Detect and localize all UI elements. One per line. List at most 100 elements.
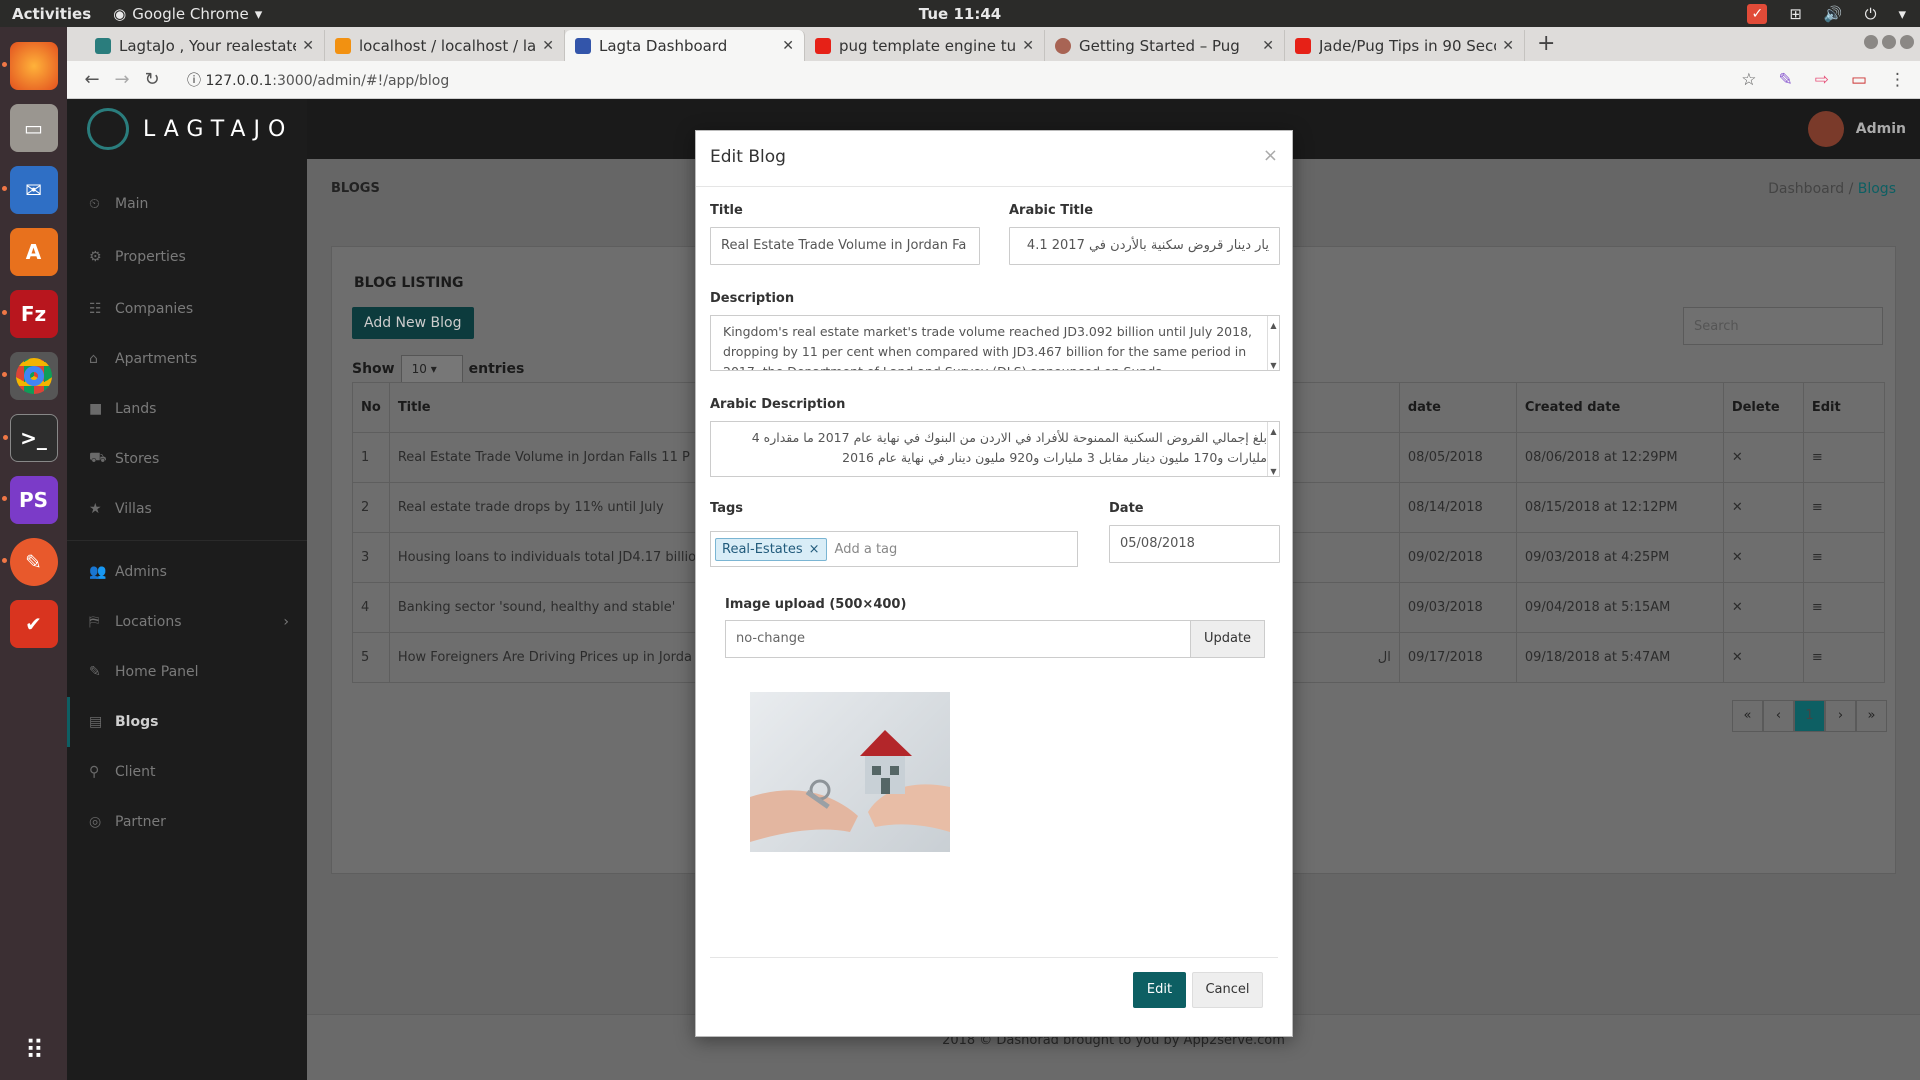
last-page-button[interactable]: » xyxy=(1856,700,1887,732)
sidebar-item-blogs[interactable]: ▤ Blogs xyxy=(67,697,307,747)
new-tab-button[interactable]: + xyxy=(1537,30,1555,61)
remove-tag-icon[interactable]: × xyxy=(809,542,820,557)
close-tab-icon[interactable]: ✕ xyxy=(302,38,314,54)
minimize-icon[interactable] xyxy=(1864,35,1878,49)
edit-icon[interactable]: ≡ xyxy=(1802,582,1886,633)
edit-button[interactable]: Edit xyxy=(1133,972,1186,1008)
image-upload-field[interactable]: no-change xyxy=(726,621,1190,657)
tab-pug-tutorial[interactable]: pug template engine tuto ✕ xyxy=(805,30,1045,61)
forward-icon[interactable]: → xyxy=(107,69,137,90)
chevron-down-icon[interactable]: ▾ xyxy=(1898,5,1906,23)
edit-icon[interactable]: ≡ xyxy=(1802,632,1886,683)
sidebar-item-main[interactable]: ⏲ Main xyxy=(67,179,307,229)
sidebar-item-villas[interactable]: ★ Villas xyxy=(67,484,307,534)
firefox-icon[interactable] xyxy=(1,42,58,90)
close-tab-icon[interactable]: ✕ xyxy=(1502,38,1514,54)
phpstorm-icon[interactable]: PS xyxy=(1,476,58,524)
address-bar[interactable]: ⓘ 127.0.0.1:3000/admin/#!/app/blog xyxy=(187,70,1741,90)
tab-jade-pug-tips[interactable]: Jade/Pug Tips in 90 Secon ✕ xyxy=(1285,30,1525,61)
sidebar-item-client[interactable]: ⚲ Client xyxy=(67,747,307,797)
bookmark-star-icon[interactable]: ☆ xyxy=(1741,70,1756,90)
column-header[interactable]: date xyxy=(1398,382,1517,433)
show-apps-icon[interactable]: ⠿ xyxy=(25,1036,44,1066)
brand-logo[interactable]: LAGTAJO xyxy=(67,99,307,159)
app-menu[interactable]: ◉ Google Chrome ▾ xyxy=(113,5,262,23)
description-textarea[interactable]: Kingdom's real estate market's trade vol… xyxy=(710,315,1280,371)
activities-button[interactable]: Activities xyxy=(12,5,91,23)
todo-icon[interactable]: ✔ xyxy=(9,600,58,648)
breadcrumb-dashboard-link[interactable]: Dashboard xyxy=(1768,181,1844,197)
sidebar-item-companies[interactable]: ☷ Companies xyxy=(67,284,307,334)
image-upload-label: Image upload (500×400) xyxy=(725,597,907,612)
close-window-icon[interactable] xyxy=(1900,35,1914,49)
terminal-icon[interactable]: >_ xyxy=(2,414,58,462)
delete-icon[interactable]: ✕ xyxy=(1722,632,1804,683)
tasks-tray-icon[interactable]: ✓ xyxy=(1747,3,1768,24)
arabic-description-textarea[interactable]: بلغ إجمالي القروض السكنية الممنوحة للأفر… xyxy=(710,421,1280,477)
sidebar-item-admins[interactable]: 👥 Admins xyxy=(67,547,307,597)
system-tray[interactable]: ✓ ⊞ 🔊 ⏻ ▾ xyxy=(1747,3,1906,24)
textarea-scrollbar[interactable]: ▲ ▼ xyxy=(1267,316,1279,370)
textarea-scrollbar[interactable]: ▲ ▼ xyxy=(1267,422,1279,476)
reload-icon[interactable]: ↻ xyxy=(137,69,167,90)
sidebar-item-partner[interactable]: ◎ Partner xyxy=(67,797,307,847)
chrome-dock-icon[interactable] xyxy=(1,352,58,400)
update-image-button[interactable]: Update xyxy=(1190,621,1264,657)
column-header[interactable]: No xyxy=(352,382,390,433)
search-input[interactable]: Search xyxy=(1683,307,1883,345)
tab-getting-started-pug[interactable]: Getting Started – Pug ✕ xyxy=(1045,30,1285,61)
prev-page-button[interactable]: ‹ xyxy=(1763,700,1794,732)
edit-icon[interactable]: ≡ xyxy=(1802,532,1886,583)
back-icon[interactable]: ← xyxy=(77,69,107,90)
tab-lagtajo[interactable]: LagtaJo , Your realestate ✕ xyxy=(85,30,325,61)
tags-input[interactable]: Real-Estates × Add a tag xyxy=(710,531,1078,567)
clock[interactable]: Tue 11:44 xyxy=(919,5,1001,23)
arabic-title-input[interactable]: يار دينار قروض سكنية بالأردن في 2017 4.1 xyxy=(1009,227,1280,265)
extension-arrow-icon[interactable]: ⇨ xyxy=(1815,70,1829,90)
sidebar-item-lands[interactable]: ■ Lands xyxy=(67,384,307,434)
delete-icon[interactable]: ✕ xyxy=(1722,432,1804,483)
title-input[interactable]: Real Estate Trade Volume in Jordan Fa xyxy=(710,227,980,265)
next-page-button[interactable]: › xyxy=(1825,700,1856,732)
editor-icon[interactable]: ✎ xyxy=(1,538,58,586)
menu-kebab-icon[interactable]: ⋮ xyxy=(1889,70,1906,90)
edit-icon[interactable]: ≡ xyxy=(1802,432,1886,483)
files-icon[interactable]: ▭ xyxy=(9,104,58,152)
close-tab-icon[interactable]: ✕ xyxy=(542,38,554,54)
close-tab-icon[interactable]: ✕ xyxy=(1022,38,1034,54)
close-tab-icon[interactable]: ✕ xyxy=(1262,38,1274,54)
software-center-icon[interactable]: A xyxy=(9,228,58,276)
delete-icon[interactable]: ✕ xyxy=(1722,532,1804,583)
sidebar-item-home-panel[interactable]: ✎ Home Panel xyxy=(67,647,307,697)
page-length-select[interactable]: 10 ▾ xyxy=(400,355,463,383)
add-new-blog-button[interactable]: Add New Blog xyxy=(352,307,474,339)
power-icon[interactable]: ⏻ xyxy=(1865,5,1877,23)
filezilla-icon[interactable]: Fz xyxy=(1,290,58,338)
sidebar-item-stores[interactable]: ⛟ Stores xyxy=(67,434,307,484)
image-upload-group: no-change Update xyxy=(725,620,1265,658)
tab-phpmyadmin[interactable]: localhost / localhost / lag ✕ xyxy=(325,30,565,61)
column-header[interactable]: Created date xyxy=(1515,382,1724,433)
date-input[interactable]: 05/08/2018 xyxy=(1109,525,1280,563)
edit-icon[interactable]: ≡ xyxy=(1802,482,1886,533)
delete-icon[interactable]: ✕ xyxy=(1722,482,1804,533)
maximize-icon[interactable] xyxy=(1882,35,1896,49)
thunderbird-icon[interactable]: ✉ xyxy=(1,166,58,214)
volume-icon[interactable]: 🔊 xyxy=(1824,5,1843,23)
tab-lagta-dashboard[interactable]: Lagta Dashboard ✕ xyxy=(565,30,805,61)
close-icon[interactable]: × xyxy=(1263,145,1278,166)
extension-pen-icon[interactable]: ✎ xyxy=(1778,70,1792,90)
user-menu[interactable]: Admin xyxy=(1807,111,1906,147)
add-tag-placeholder[interactable]: Add a tag xyxy=(835,542,898,557)
sidebar-item-apartments[interactable]: ⌂ Apartments xyxy=(67,334,307,384)
first-page-button[interactable]: « xyxy=(1732,700,1763,732)
network-icon[interactable]: ⊞ xyxy=(1789,5,1802,23)
close-tab-icon[interactable]: ✕ xyxy=(782,38,794,54)
cancel-button[interactable]: Cancel xyxy=(1192,972,1263,1008)
page-1-button[interactable]: 1 xyxy=(1794,700,1825,732)
delete-icon[interactable]: ✕ xyxy=(1722,582,1804,633)
extension-badge-icon[interactable]: ▭ xyxy=(1851,70,1867,90)
sidebar-item-properties[interactable]: ⚙ Properties xyxy=(67,229,307,284)
info-icon[interactable]: ⓘ xyxy=(187,73,201,89)
sidebar-item-locations[interactable]: ⛿ Locations › xyxy=(67,597,307,647)
